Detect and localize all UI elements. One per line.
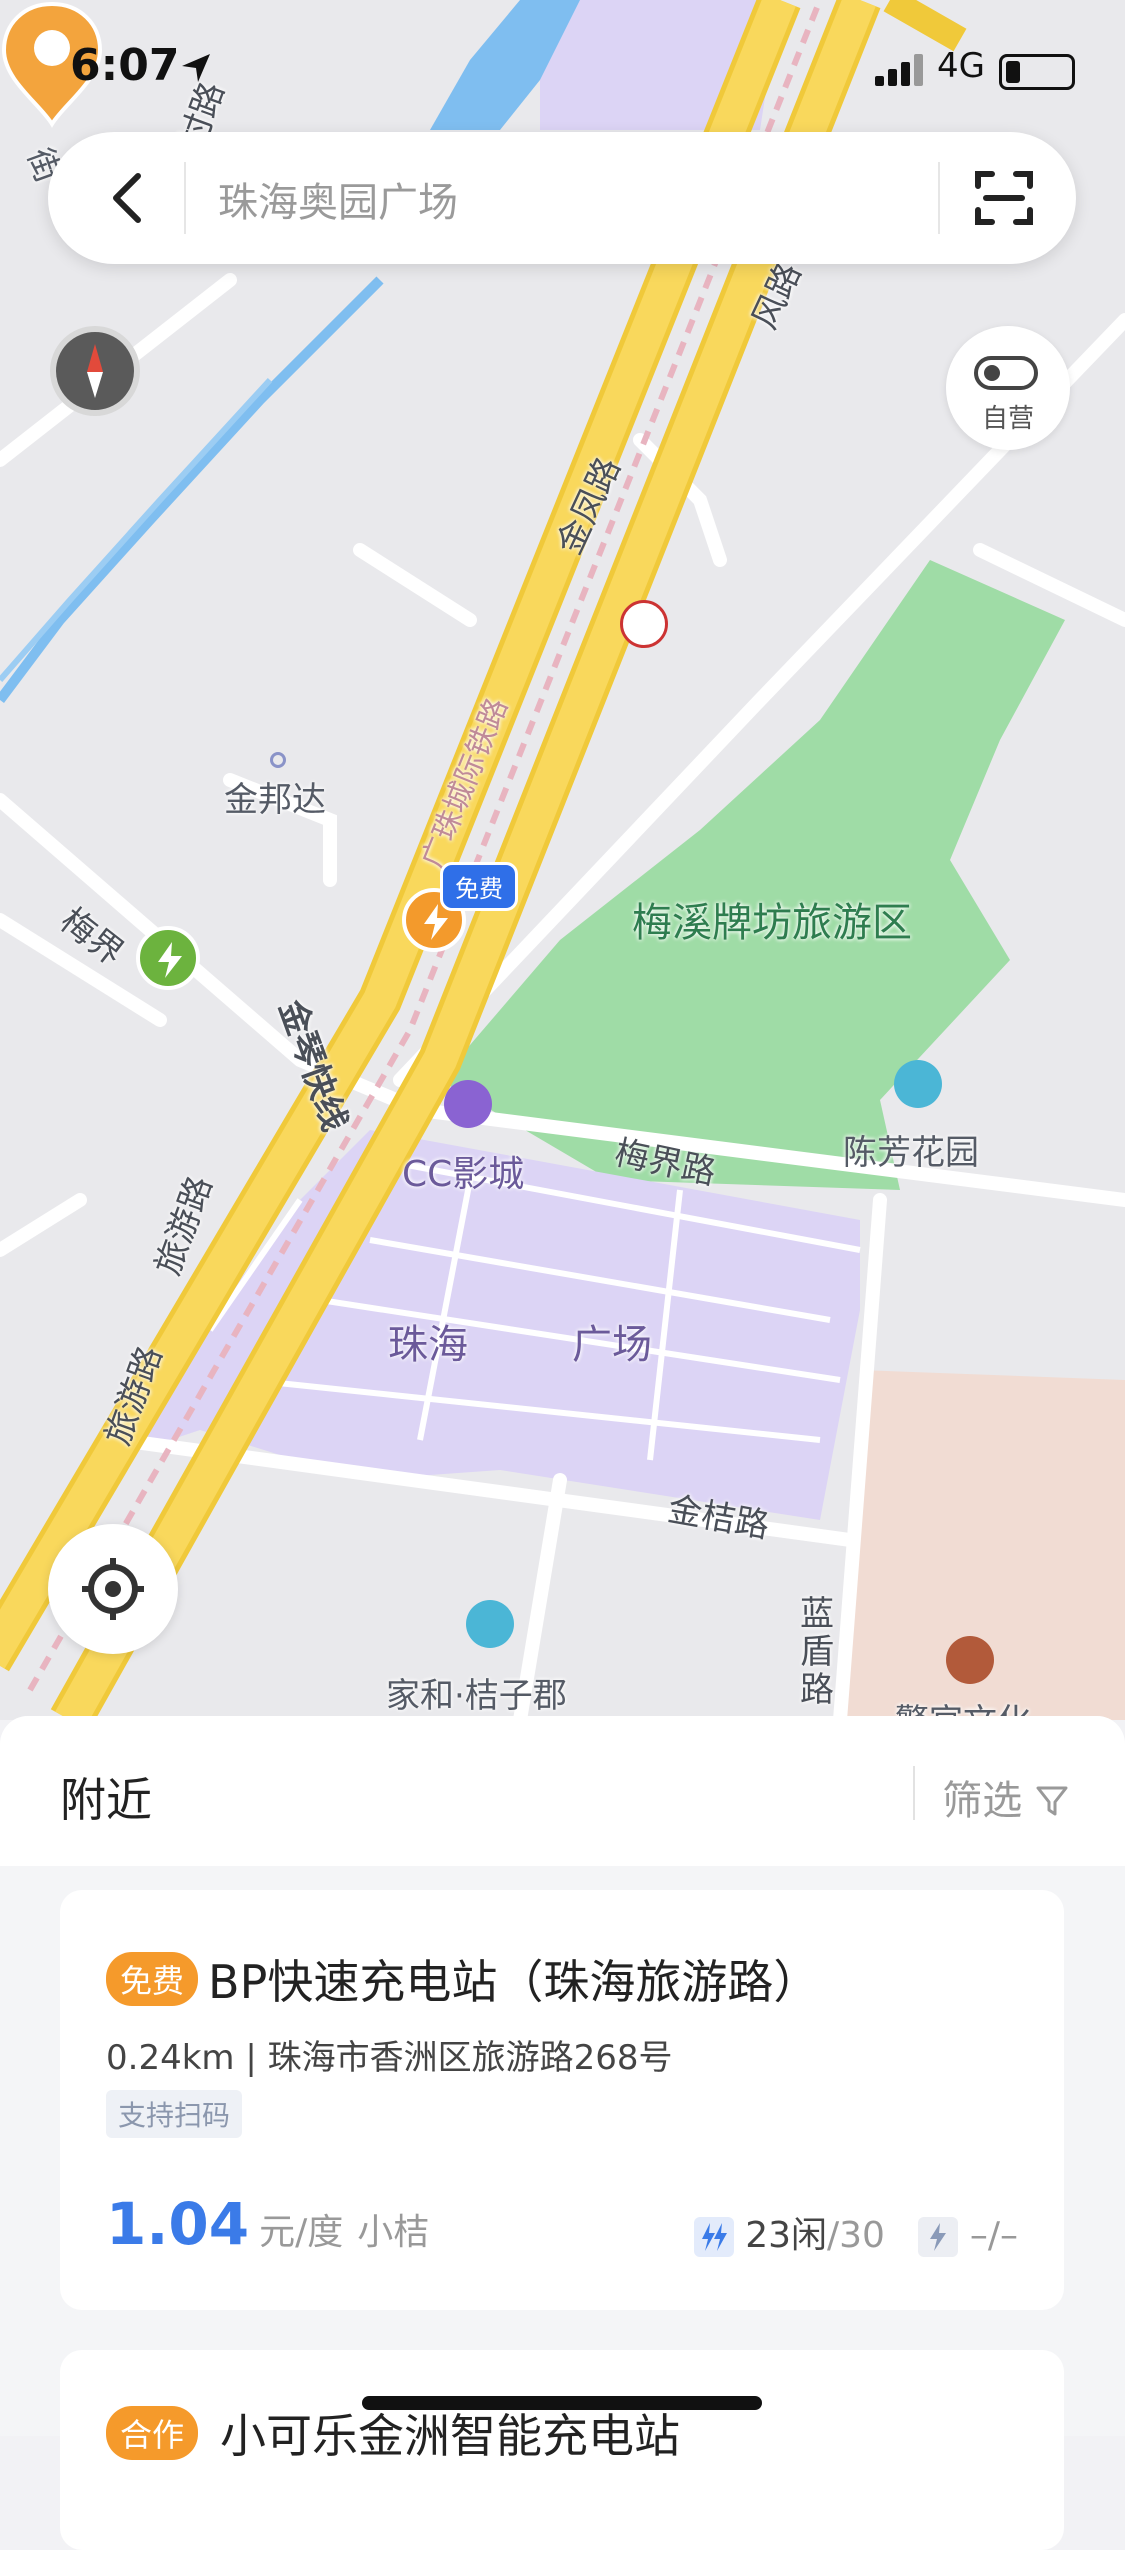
- slow-count: –/–: [969, 2215, 1018, 2256]
- status-time: 6:07: [70, 40, 180, 91]
- price-unit: 元/度: [259, 2212, 344, 2253]
- map-label-meixi-scenic: 梅溪牌坊旅游区: [632, 900, 912, 946]
- search-bar[interactable]: 珠海奥园广场: [48, 132, 1076, 264]
- network-type: 4G: [937, 46, 985, 86]
- back-arrow-icon[interactable]: [98, 166, 162, 230]
- station-card[interactable]: 合作 小可乐金洲智能充电站: [60, 2350, 1064, 2550]
- signal-icon: [875, 52, 925, 86]
- map-label-jinbangda: 金邦达: [224, 780, 326, 820]
- free-tag: 免费: [440, 862, 518, 911]
- operator-brand: 小桔: [357, 2212, 430, 2253]
- toggle-switch-icon: [974, 356, 1038, 390]
- fast-free-count: 23闲: [745, 2215, 828, 2256]
- divider: [913, 1766, 915, 1820]
- cinema-icon: [444, 1080, 492, 1128]
- self-operated-toggle[interactable]: 自营: [946, 326, 1070, 450]
- slow-charge-icon: [918, 2217, 959, 2257]
- map-label-lanqiao-road: 蓝盾路: [800, 1594, 834, 1710]
- scan-icon[interactable]: [972, 166, 1036, 230]
- gas-station-icon: [620, 600, 668, 648]
- partner-badge: 合作: [106, 2406, 199, 2460]
- map-label-plaza-left: 珠海: [388, 1322, 468, 1368]
- map-label-cc-cinema: CC影城: [402, 1154, 525, 1195]
- port-availability: 23闲/30 –/–: [693, 2206, 1018, 2258]
- building-icon: [894, 1060, 942, 1108]
- status-bar: 6:07 4G: [0, 40, 1125, 100]
- filter-funnel-icon: [1036, 1786, 1068, 1816]
- divider: [938, 162, 940, 234]
- compass-icon[interactable]: [50, 326, 140, 416]
- filter-button[interactable]: 筛选: [942, 1768, 1069, 1826]
- price-row: 1.04 元/度 小桔: [106, 2190, 429, 2258]
- fast-total-count: /30: [827, 2215, 885, 2256]
- filter-label: 筛选: [942, 1778, 1023, 1824]
- fast-charge-icon: [693, 2217, 734, 2257]
- nearby-title: 附近: [60, 1773, 152, 1827]
- station-title-row: 免费 BP快速充电站（珠海旅游路）: [106, 1946, 819, 2012]
- charging-station-pin-green[interactable]: [136, 926, 200, 990]
- battery-icon: [999, 54, 1075, 90]
- poi-dot-icon: [270, 752, 286, 768]
- sheet-header: 附近 筛选: [0, 1716, 1125, 1866]
- station-card[interactable]: 免费 BP快速充电站（珠海旅游路） 0.24km | 珠海市香洲区旅游路268号 …: [60, 1890, 1064, 2310]
- map-label-plaza-right: 广场: [572, 1322, 652, 1368]
- scan-support-tag: 支持扫码: [106, 2090, 243, 2138]
- map-label-chenfang-garden: 陈芳花园: [843, 1133, 979, 1173]
- free-badge: 免费: [106, 1952, 199, 2006]
- divider: [184, 162, 186, 234]
- location-arrow-icon: [182, 54, 210, 82]
- museum-icon: [946, 1636, 994, 1684]
- home-indicator[interactable]: [362, 2396, 762, 2410]
- toggle-label: 自营: [981, 404, 1034, 434]
- price-value: 1.04: [106, 2190, 250, 2258]
- building-icon: [466, 1600, 514, 1648]
- station-address: 0.24km | 珠海市香洲区旅游路268号: [106, 2038, 673, 2078]
- locate-me-button[interactable]: [48, 1524, 178, 1654]
- station-name: BP快速充电站（珠海旅游路）: [208, 1955, 820, 2009]
- search-input[interactable]: 珠海奥园广场: [218, 170, 458, 228]
- map-label-jiahe: 家和·桔子郡: [386, 1676, 567, 1716]
- locate-icon: [82, 1558, 144, 1620]
